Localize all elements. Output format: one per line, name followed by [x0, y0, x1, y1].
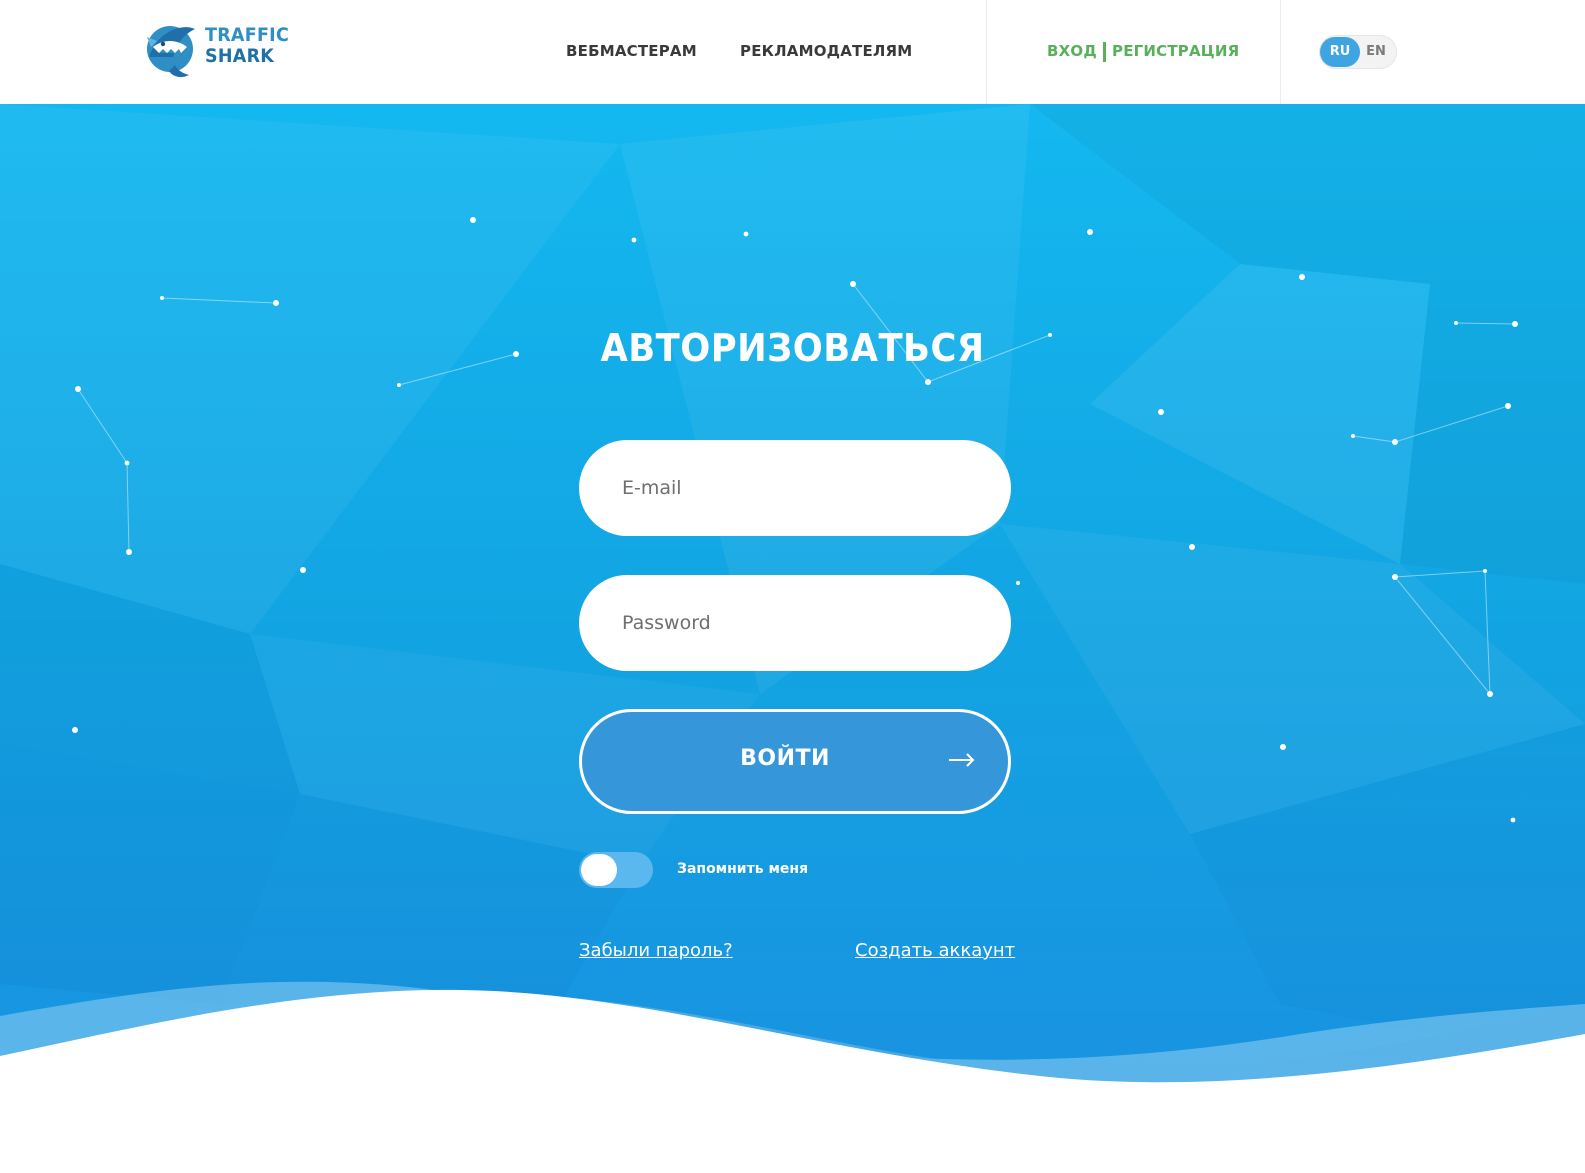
forgot-password-link[interactable]: Забыли пароль? — [579, 940, 733, 961]
shark-logo-icon — [147, 26, 195, 78]
lang-ru-option[interactable]: RU — [1320, 37, 1360, 67]
remember-me-label: Запомнить меня — [677, 861, 809, 877]
create-account-link[interactable]: Создать аккаунт — [855, 940, 1015, 961]
logo-text: TRAFFIC SHARK — [205, 25, 289, 67]
email-input[interactable] — [579, 440, 1011, 536]
login-link[interactable]: ВХОД — [1047, 42, 1097, 60]
hero-section: АВТОРИЗОВАТЬСЯ ВОЙТИ Запомнить меня Забы… — [0, 104, 1585, 1173]
nav-advertisers[interactable]: РЕКЛАМОДАТЕЛЯМ — [740, 42, 912, 60]
arrow-right-icon — [949, 753, 975, 767]
logo-line-1: TRAFFIC — [205, 24, 290, 46]
login-button-label: ВОЙТИ — [740, 746, 830, 771]
site-header: TRAFFIC SHARK ВЕБМАСТЕРАМ РЕКЛАМОДАТЕЛЯМ… — [0, 0, 1585, 104]
nav-webmasters[interactable]: ВЕБМАСТЕРАМ — [566, 42, 697, 60]
logo[interactable]: TRAFFIC SHARK — [143, 17, 289, 81]
header-divider — [1280, 0, 1281, 104]
header-divider — [986, 0, 987, 104]
language-switch[interactable]: RU EN — [1319, 35, 1397, 69]
lang-en-option[interactable]: EN — [1356, 37, 1396, 67]
password-input[interactable] — [579, 575, 1011, 671]
logo-line-2: SHARK — [205, 45, 275, 67]
login-button[interactable]: ВОЙТИ — [579, 709, 1011, 814]
register-link[interactable]: РЕГИСТРАЦИЯ — [1112, 42, 1239, 60]
remember-me-toggle[interactable] — [579, 852, 653, 888]
toggle-knob — [581, 854, 617, 886]
page-title: АВТОРИЗОВАТЬСЯ — [600, 326, 985, 370]
auth-separator — [1103, 42, 1106, 62]
